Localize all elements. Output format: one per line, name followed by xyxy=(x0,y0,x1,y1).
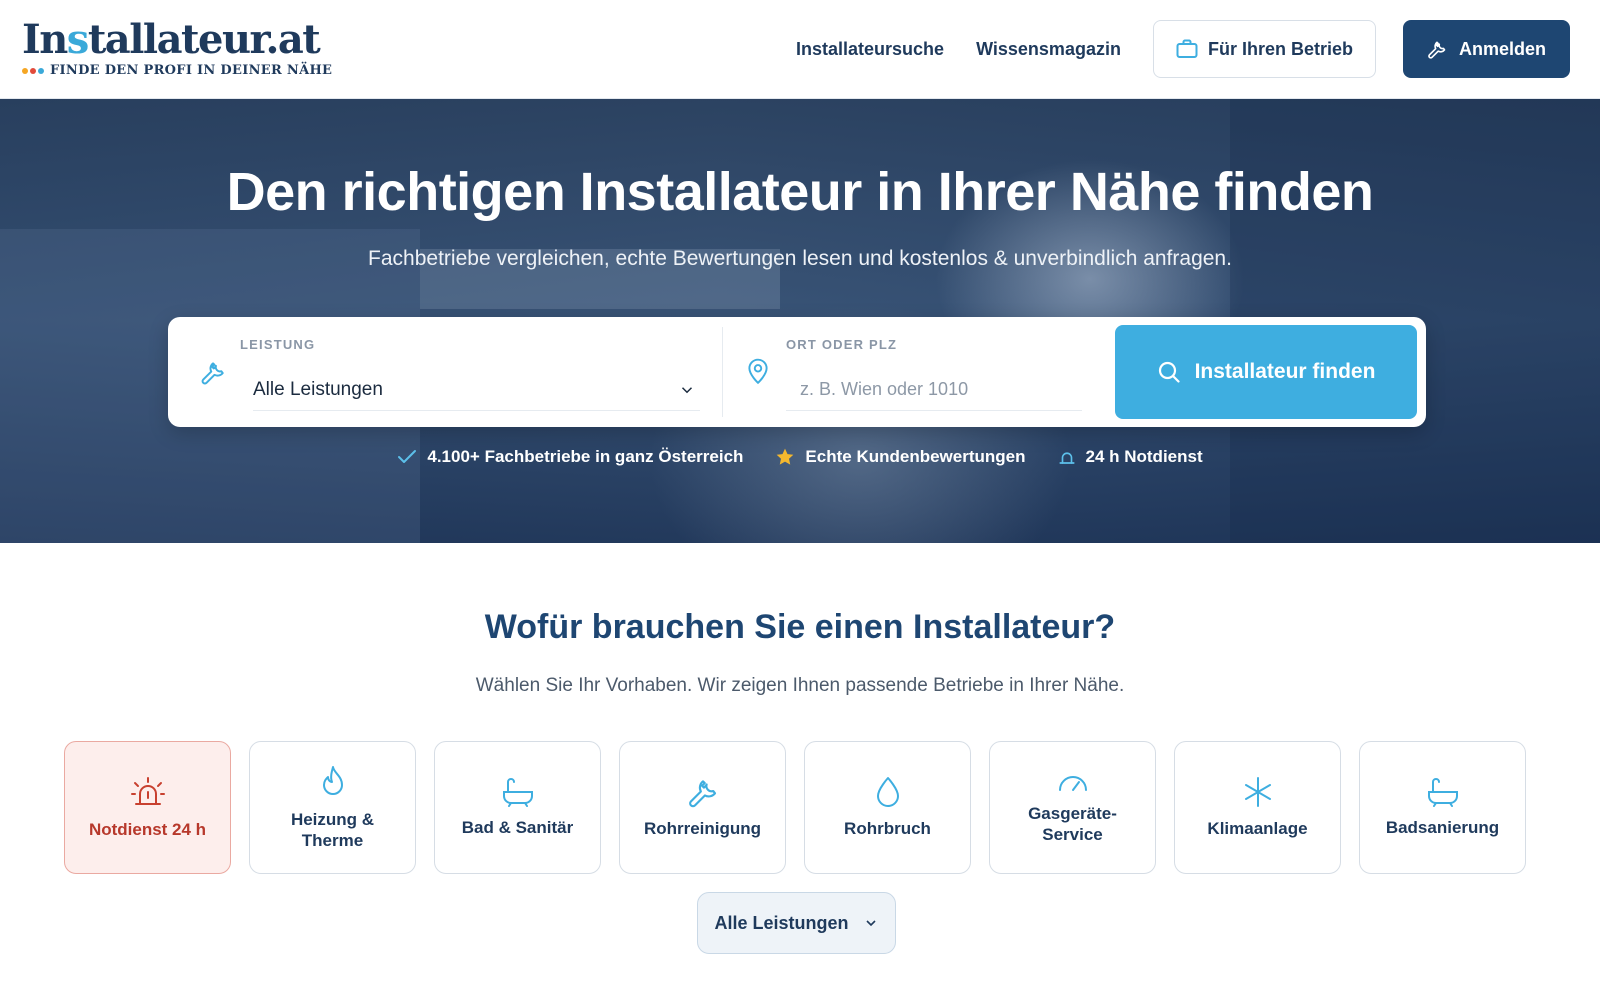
business-button[interactable]: Für Ihren Betrieb xyxy=(1152,20,1376,78)
location-field-label: ORT ODER PLZ xyxy=(786,337,898,352)
trust-bar: 4.100+ Fachbetriebe in ganz Österreich E… xyxy=(0,447,1600,467)
service-card-notdienst[interactable]: Notdienst 24 h xyxy=(64,741,231,874)
service-select-value: Alle Leistungen xyxy=(253,378,383,400)
location-input[interactable] xyxy=(786,369,1082,411)
droplet-icon xyxy=(876,777,899,807)
nav-link-installateursuche[interactable]: Installateursuche xyxy=(796,39,944,60)
flame-icon xyxy=(322,765,343,795)
search-button[interactable]: Installateur finden xyxy=(1115,325,1417,419)
hero-subtitle: Fachbetriebe vergleichen, echte Bewertun… xyxy=(368,247,1232,270)
business-button-label: Für Ihren Betrieb xyxy=(1207,38,1353,59)
main-nav: Installateursuche Wissensmagazin Für Ihr… xyxy=(796,0,1600,98)
trust-item-betriebe: 4.100+ Fachbetriebe in ganz Österreich xyxy=(397,447,743,467)
services-subtitle: Wählen Sie Ihr Vorhaben. Wir zeigen Ihne… xyxy=(475,675,1125,696)
services-title: Wofür brauchen Sie einen Installateur? xyxy=(484,608,1116,646)
check-icon xyxy=(398,450,417,463)
logo[interactable]: Installateur.at FINDE DEN PROFI IN DEINE… xyxy=(22,18,332,78)
location-pin-icon xyxy=(748,358,768,385)
bathtub-icon xyxy=(502,778,533,807)
search-divider xyxy=(722,327,723,417)
logo-wordmark: Installateur.at xyxy=(22,16,321,63)
login-button-label: Anmelden xyxy=(1458,38,1546,59)
service-card-heizung[interactable]: Heizung & Therme xyxy=(249,741,416,874)
nav-link-wissensmagazin[interactable]: Wissensmagazin xyxy=(976,39,1121,60)
star-icon xyxy=(777,448,794,465)
service-card-bad-sanitaer[interactable]: Bad & Sanitär xyxy=(434,741,601,874)
service-cards: Notdienst 24 h Heizung & Therme Bad & Sa… xyxy=(64,741,1526,874)
wrench-icon xyxy=(1428,41,1446,59)
site-header: Installateur.at FINDE DEN PROFI IN DEINE… xyxy=(0,0,1600,99)
chevron-down-icon xyxy=(865,920,876,927)
login-button[interactable]: Anmelden xyxy=(1402,20,1570,78)
wrench-icon xyxy=(688,780,716,808)
service-card-klimaanlage[interactable]: Klimaanlage xyxy=(1174,741,1341,874)
all-services-button-label: Alle Leistungen xyxy=(714,912,849,933)
service-field-label: LEISTUNG xyxy=(240,337,316,352)
siren-icon xyxy=(1058,452,1075,464)
service-card-badsanierung[interactable]: Badsanierung xyxy=(1359,741,1526,874)
service-card-rohrbruch[interactable]: Rohrbruch xyxy=(804,741,971,874)
hero-title: Den richtigen Installateur in Ihrer Nähe… xyxy=(226,162,1374,222)
gauge-icon xyxy=(1058,775,1087,791)
search-icon xyxy=(1158,361,1180,383)
logo-tagline: FINDE DEN PROFI IN DEINER NÄHE xyxy=(50,63,333,78)
service-select[interactable]: Alle Leistungen xyxy=(253,369,700,411)
logo-dots-icon xyxy=(22,67,44,74)
siren-icon xyxy=(130,777,165,805)
wrench-icon xyxy=(201,362,224,385)
service-card-gasgeraete[interactable]: Gasgeräte-Service xyxy=(989,741,1156,874)
service-card-rohrreinigung[interactable]: Rohrreinigung xyxy=(619,741,786,874)
bathtub-icon xyxy=(1427,778,1458,807)
hero-section: Den richtigen Installateur in Ihrer Nähe… xyxy=(0,99,1600,543)
trust-item-bewertungen: Echte Kundenbewertungen xyxy=(775,447,1026,467)
trust-item-notdienst: 24 h Notdienst xyxy=(1058,447,1203,467)
search-form: LEISTUNG Alle Leistungen ORT ODER PLZ In… xyxy=(168,317,1426,427)
all-services-button[interactable]: Alle Leistungen xyxy=(697,892,896,954)
chevron-down-icon xyxy=(681,387,693,394)
briefcase-icon xyxy=(1176,39,1198,58)
search-button-label: Installateur finden xyxy=(1194,360,1376,383)
snowflake-icon xyxy=(1244,777,1271,807)
